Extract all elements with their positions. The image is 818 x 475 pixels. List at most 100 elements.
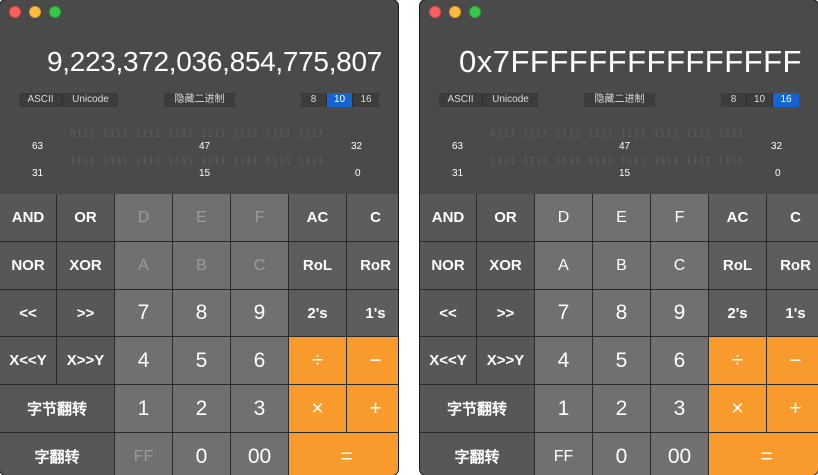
digit-0-key[interactable]: 0 <box>173 433 230 475</box>
digit-6-key[interactable]: 6 <box>651 337 708 384</box>
ones-complement-key[interactable]: 1's <box>347 290 398 336</box>
x-shift-left-y-key[interactable]: X<<Y <box>420 337 476 384</box>
clear-key[interactable]: C <box>767 194 818 241</box>
divide-key[interactable]: ÷ <box>289 337 346 384</box>
equals-key[interactable]: = <box>289 433 398 475</box>
ones-complement-key[interactable]: 1's <box>767 290 818 336</box>
hex-f-key[interactable]: F <box>651 194 708 241</box>
clear-key[interactable]: C <box>347 194 398 241</box>
ascii-button[interactable]: ASCII <box>439 93 483 107</box>
base-8-button[interactable]: 8 <box>301 93 327 107</box>
rotate-right-key[interactable]: RoR <box>347 242 398 289</box>
digit-3-key[interactable]: 3 <box>651 385 708 432</box>
hide-binary-button[interactable]: 隐藏二进制 <box>584 93 655 107</box>
digit-2-key[interactable]: 2 <box>593 385 650 432</box>
shift-left-key[interactable]: << <box>420 290 476 336</box>
digit-8-key[interactable]: 8 <box>593 290 650 336</box>
subtract-key[interactable]: − <box>767 337 818 384</box>
digit-1-key[interactable]: 1 <box>115 385 172 432</box>
base-8-button[interactable]: 8 <box>721 93 747 107</box>
digit-8-key[interactable]: 8 <box>173 290 230 336</box>
hex-e-key[interactable]: E <box>173 194 230 241</box>
digit-6-key[interactable]: 6 <box>231 337 288 384</box>
base-16-button[interactable]: 16 <box>773 93 799 107</box>
minimize-button[interactable] <box>29 6 41 18</box>
or-key[interactable]: OR <box>477 194 534 241</box>
minimize-button[interactable] <box>449 6 461 18</box>
nor-key[interactable]: NOR <box>420 242 476 289</box>
base-16-button[interactable]: 16 <box>353 93 379 107</box>
byte-flip-key[interactable]: 字节翻转 <box>0 385 114 432</box>
multiply-key[interactable]: × <box>709 385 766 432</box>
hex-b-key[interactable]: B <box>593 242 650 289</box>
hex-c-key[interactable]: C <box>651 242 708 289</box>
x-shift-right-y-key[interactable]: X>>Y <box>57 337 114 384</box>
digit-9-key[interactable]: 9 <box>231 290 288 336</box>
digit-9-key[interactable]: 9 <box>651 290 708 336</box>
hex-c-key[interactable]: C <box>231 242 288 289</box>
nor-key[interactable]: NOR <box>0 242 56 289</box>
divide-key[interactable]: ÷ <box>709 337 766 384</box>
digit-4-key[interactable]: 4 <box>115 337 172 384</box>
hex-f-key[interactable]: F <box>231 194 288 241</box>
shift-left-key[interactable]: << <box>0 290 56 336</box>
double-zero-key[interactable]: 00 <box>231 433 288 475</box>
word-flip-key[interactable]: 字翻转 <box>0 433 114 475</box>
base-10-button[interactable]: 10 <box>747 93 773 107</box>
hide-binary-button[interactable]: 隐藏二进制 <box>164 93 235 107</box>
unicode-button[interactable]: Unicode <box>483 93 538 107</box>
word-flip-key[interactable]: 字翻转 <box>420 433 534 475</box>
hex-d-key[interactable]: D <box>115 194 172 241</box>
rotate-right-key[interactable]: RoR <box>767 242 818 289</box>
xor-key[interactable]: XOR <box>57 242 114 289</box>
binary-bits-low[interactable]: 1111 1111 1111 1111 1111 1111 1111 1111 <box>32 155 362 169</box>
ff-key[interactable]: FF <box>115 433 172 475</box>
close-button[interactable] <box>429 6 441 18</box>
add-key[interactable]: + <box>767 385 818 432</box>
all-clear-key[interactable]: AC <box>289 194 346 241</box>
zoom-button[interactable] <box>49 6 61 18</box>
binary-bits-high[interactable]: 0111 1111 1111 1111 1111 1111 1111 1111 <box>452 128 782 142</box>
hex-d-key[interactable]: D <box>535 194 592 241</box>
shift-right-key[interactable]: >> <box>57 290 114 336</box>
all-clear-key[interactable]: AC <box>709 194 766 241</box>
hex-a-key[interactable]: A <box>535 242 592 289</box>
and-key[interactable]: AND <box>0 194 56 241</box>
multiply-key[interactable]: × <box>289 385 346 432</box>
base-10-button[interactable]: 10 <box>327 93 353 107</box>
and-key[interactable]: AND <box>420 194 476 241</box>
digit-4-key[interactable]: 4 <box>535 337 592 384</box>
ff-key[interactable]: FF <box>535 433 592 475</box>
digit-1-key[interactable]: 1 <box>535 385 592 432</box>
zoom-button[interactable] <box>469 6 481 18</box>
ascii-button[interactable]: ASCII <box>19 93 63 107</box>
rotate-left-key[interactable]: RoL <box>709 242 766 289</box>
digit-5-key[interactable]: 5 <box>173 337 230 384</box>
equals-key[interactable]: = <box>709 433 818 475</box>
digit-0-key[interactable]: 0 <box>593 433 650 475</box>
rotate-left-key[interactable]: RoL <box>289 242 346 289</box>
digit-2-key[interactable]: 2 <box>173 385 230 432</box>
hex-e-key[interactable]: E <box>593 194 650 241</box>
digit-7-key[interactable]: 7 <box>115 290 172 336</box>
twos-complement-key[interactable]: 2's <box>709 290 766 336</box>
shift-right-key[interactable]: >> <box>477 290 534 336</box>
byte-flip-key[interactable]: 字节翻转 <box>420 385 534 432</box>
or-key[interactable]: OR <box>57 194 114 241</box>
digit-5-key[interactable]: 5 <box>593 337 650 384</box>
xor-key[interactable]: XOR <box>477 242 534 289</box>
hex-b-key[interactable]: B <box>173 242 230 289</box>
binary-bits-high[interactable]: 0111 1111 1111 1111 1111 1111 1111 1111 <box>32 128 362 142</box>
unicode-button[interactable]: Unicode <box>63 93 118 107</box>
close-button[interactable] <box>9 6 21 18</box>
binary-bits-low[interactable]: 1111 1111 1111 1111 1111 1111 1111 1111 <box>452 155 782 169</box>
twos-complement-key[interactable]: 2's <box>289 290 346 336</box>
digit-3-key[interactable]: 3 <box>231 385 288 432</box>
digit-7-key[interactable]: 7 <box>535 290 592 336</box>
hex-a-key[interactable]: A <box>115 242 172 289</box>
add-key[interactable]: + <box>347 385 398 432</box>
x-shift-left-y-key[interactable]: X<<Y <box>0 337 56 384</box>
x-shift-right-y-key[interactable]: X>>Y <box>477 337 534 384</box>
subtract-key[interactable]: − <box>347 337 398 384</box>
double-zero-key[interactable]: 00 <box>651 433 708 475</box>
